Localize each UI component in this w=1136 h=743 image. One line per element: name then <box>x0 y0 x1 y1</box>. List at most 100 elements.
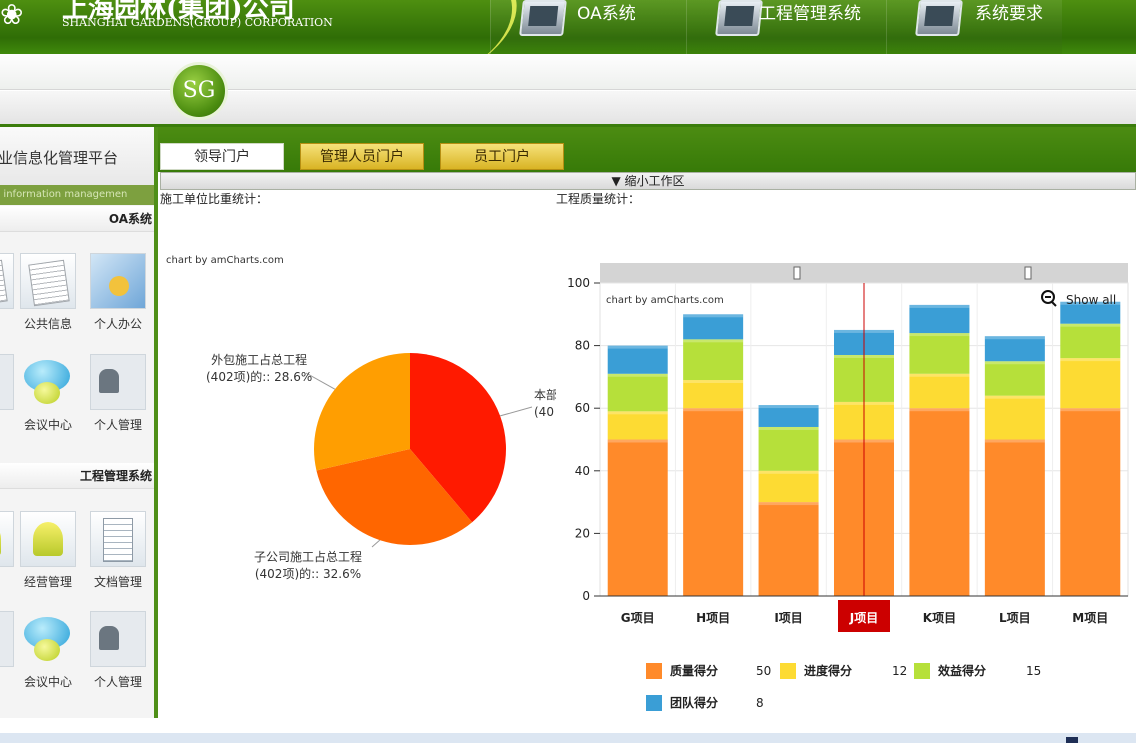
bar-segment[interactable] <box>1060 358 1121 409</box>
id-card-icon <box>0 354 14 410</box>
y-tick-label: 20 <box>575 526 590 540</box>
nav-system-requirements[interactable]: 系统要求 <box>886 0 1062 54</box>
bar-segment[interactable] <box>607 373 668 412</box>
bar-segment-highlight <box>683 339 744 343</box>
bar-segment-highlight <box>683 380 744 384</box>
bar-segment[interactable] <box>758 502 819 596</box>
tile-label: 会议中心 <box>23 418 72 432</box>
bar-segment-highlight <box>758 470 819 474</box>
bar-segment-highlight <box>984 336 1045 340</box>
bar-chart-credit[interactable]: chart by amCharts.com <box>606 295 724 306</box>
legend-label[interactable]: 进度得分 <box>804 663 852 678</box>
id-card-icon <box>90 354 146 410</box>
scrollbar-handle-left[interactable] <box>793 266 801 280</box>
tile-personal-management[interactable]: 个人管理 <box>86 354 150 433</box>
folder-icon <box>90 253 146 309</box>
bar-segment[interactable] <box>758 470 819 503</box>
bar-segment[interactable] <box>607 345 668 374</box>
monitor-icon <box>519 0 567 36</box>
chart-scrollbar[interactable] <box>600 263 1128 283</box>
bar-segment[interactable] <box>1060 323 1121 359</box>
bar-segment-highlight <box>758 426 819 430</box>
legend-swatch[interactable] <box>646 695 662 711</box>
bar-segment[interactable] <box>607 411 668 440</box>
bar-segment-highlight <box>607 345 668 349</box>
x-category-label[interactable]: H项目 <box>696 611 730 625</box>
pie-label-hq-name: 本部 <box>534 388 556 402</box>
x-category-label[interactable]: M项目 <box>1072 611 1108 625</box>
id-card-icon <box>0 611 14 667</box>
tile-personal-office[interactable]: 个人办公 <box>86 253 150 332</box>
x-category-label[interactable]: I项目 <box>774 611 802 625</box>
bar-segment[interactable] <box>984 395 1045 440</box>
bar-segment-highlight <box>984 361 1045 365</box>
pie-label-hq-value: (40 <box>534 405 554 419</box>
tab-employee-portal[interactable]: 员工门户 <box>440 143 564 170</box>
tile-meeting-center[interactable]: 会议中心 <box>16 354 80 433</box>
y-tick-label: 40 <box>575 464 590 478</box>
document-icon <box>0 253 14 309</box>
bar-segment[interactable] <box>1060 408 1121 596</box>
show-all-button[interactable]: Show all <box>1066 293 1116 307</box>
tile-label: 会议中心 <box>23 675 72 689</box>
bar-segment-highlight <box>1060 408 1121 412</box>
bar-segment-highlight <box>607 439 668 443</box>
stacked-bar-chart: 0 20 40 60 80 100 G项目 H项目 I项目 J项目 K项目 L项目 M项目 chart b… <box>567 263 1129 711</box>
x-category-label[interactable]: L项目 <box>999 611 1031 625</box>
clipboard-icon <box>90 511 146 567</box>
bar-segment[interactable] <box>909 373 970 409</box>
bar-segment[interactable] <box>758 405 819 427</box>
legend-swatch[interactable] <box>780 663 796 679</box>
portal-tabbar: 领导门户 管理人员门户 员工门户 <box>158 127 1136 172</box>
pie-label-hq: 本部 (40 <box>534 387 556 421</box>
tile-document-management[interactable]: 文档管理 <box>86 511 150 590</box>
x-category-label[interactable]: J项目 <box>849 611 878 625</box>
lamp-icon <box>0 511 14 567</box>
legend-label[interactable]: 效益得分 <box>938 663 986 678</box>
chat-bubbles-icon <box>20 354 76 410</box>
tile-public-info[interactable]: 公共信息 <box>16 253 80 332</box>
pie-label-subsidiary-name: 子公司施工占总工程 <box>254 550 363 564</box>
bar-segment[interactable] <box>607 439 668 597</box>
bar-segment[interactable] <box>984 336 1045 362</box>
bar-segment[interactable] <box>683 314 744 340</box>
y-tick-label: 80 <box>575 339 590 353</box>
scrollbar-handle-right[interactable] <box>1024 266 1032 280</box>
x-category-label[interactable]: K项目 <box>923 611 956 625</box>
nav-project-management[interactable]: 工程管理系统 <box>686 0 886 54</box>
section-oa-header[interactable]: OA系统 <box>0 206 154 232</box>
tile-label: 个人管理 <box>93 418 142 432</box>
legend-swatch[interactable] <box>914 663 930 679</box>
bar-segment[interactable] <box>984 439 1045 597</box>
bar-segment[interactable] <box>909 333 970 374</box>
nav-oa-system[interactable]: OA系统 <box>490 0 686 54</box>
bar-segment[interactable] <box>984 361 1045 396</box>
x-category-label[interactable]: G项目 <box>621 611 655 625</box>
bar-segment[interactable] <box>683 339 744 381</box>
legend-label[interactable]: 团队得分 <box>670 695 718 710</box>
pie-leader-line <box>371 539 381 548</box>
bar-segment[interactable] <box>683 408 744 596</box>
footer-bar <box>0 733 1136 743</box>
tile-meeting-center-2[interactable]: 会议中心 <box>16 611 80 690</box>
legend-swatch[interactable] <box>646 663 662 679</box>
tile-label: 经营管理 <box>23 575 72 589</box>
tile-personal-management-2[interactable]: 个人管理 <box>86 611 150 690</box>
legend-label[interactable]: 质量得分 <box>670 663 718 678</box>
bar-segment[interactable] <box>758 426 819 471</box>
bar-segment[interactable] <box>909 408 970 596</box>
company-name-en: SHANGHAI GARDENS(GROUP) CORPORATION <box>62 16 333 29</box>
y-tick-label: 0 <box>582 589 590 603</box>
nav-oa-label: OA系统 <box>577 4 636 24</box>
document-pen-icon <box>20 253 76 309</box>
shrink-workspace-button[interactable]: ▼ 缩小工作区 <box>160 172 1136 190</box>
tab-leader-portal[interactable]: 领导门户 <box>160 143 284 170</box>
y-tick-label: 60 <box>575 401 590 415</box>
tile-business-management[interactable]: 经营管理 <box>16 511 80 590</box>
bar-segment[interactable] <box>683 380 744 409</box>
bar-segment[interactable] <box>909 304 970 334</box>
tools-monitor-icon <box>715 0 763 36</box>
nav-requirements-label: 系统要求 <box>975 4 1043 24</box>
tab-manager-portal[interactable]: 管理人员门户 <box>300 143 424 170</box>
section-project-header[interactable]: 工程管理系统 <box>0 463 154 489</box>
